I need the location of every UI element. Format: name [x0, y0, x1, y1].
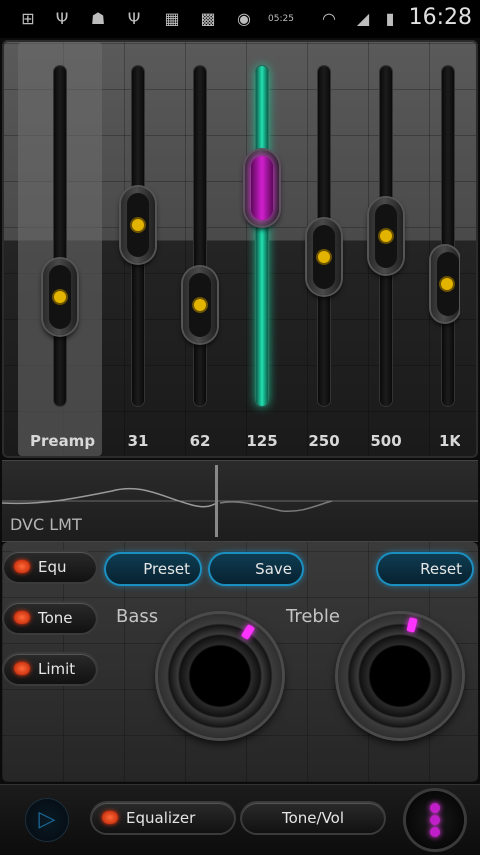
knob-dot-icon [132, 219, 144, 232]
preset-label: Preset [143, 560, 190, 578]
tone-label: Tone [38, 609, 73, 627]
eq-track-1k[interactable] [442, 66, 454, 406]
treble-knob[interactable] [338, 614, 462, 738]
preset-button[interactable]: Preset [106, 554, 200, 584]
eq-slider-knob-preamp[interactable] [43, 258, 77, 335]
treble-level-marker [406, 617, 418, 634]
tonevol-tab-button[interactable]: Tone/Vol [242, 803, 384, 833]
reset-button[interactable]: Reset [378, 554, 472, 584]
eq-band-label: 125 [246, 432, 278, 450]
led-indicator-icon [14, 662, 30, 675]
bass-level-marker [240, 624, 255, 641]
equ-label: Equ [38, 558, 67, 576]
limit-label: Limit [38, 660, 76, 678]
eq-track-125[interactable] [256, 66, 268, 406]
bottom-bar: ▷ Equalizer Tone/Vol [0, 784, 480, 855]
reset-label: Reset [420, 560, 462, 578]
equ-toggle-button[interactable]: Equ [4, 552, 96, 582]
limit-toggle-button[interactable]: Limit [4, 654, 96, 684]
eq-band-label: 31 [127, 432, 149, 450]
tone-toggle-button[interactable]: Tone [4, 603, 96, 633]
knob-dot-icon [318, 251, 330, 264]
eq-slider-knob-125[interactable] [245, 150, 279, 227]
tonevol-tab-label: Tone/Vol [281, 809, 345, 827]
led-indicator-icon [14, 611, 30, 624]
menu-dots-icon[interactable] [406, 791, 464, 849]
eq-slider-knob-62[interactable] [183, 266, 217, 343]
eq-band-label: Preamp [30, 432, 96, 450]
eq-slider-knob-31[interactable] [121, 187, 155, 264]
eq-band-label: 250 [308, 432, 340, 450]
knob-dot-icon [54, 290, 66, 303]
led-indicator-icon [102, 811, 118, 824]
equalizer-tab-button[interactable]: Equalizer [92, 803, 234, 833]
eq-band-label: 500 [370, 432, 402, 450]
bass-knob[interactable] [158, 614, 282, 738]
knob-dot-icon [380, 230, 392, 242]
knob-dot-icon [194, 298, 206, 311]
eq-slider-knob-250[interactable] [307, 219, 341, 296]
equalizer-tab-label: Equalizer [126, 809, 196, 827]
eq-band-label: 1K [438, 432, 460, 450]
knob-dot-icon [441, 277, 453, 290]
eq-slider-knob-500[interactable] [369, 198, 403, 274]
treble-label: Treble [286, 606, 340, 627]
eq-band-label: 62 [189, 432, 211, 450]
save-label: Save [255, 560, 292, 578]
eq-track-62[interactable] [194, 66, 206, 406]
bass-label: Bass [116, 606, 159, 627]
equalizer-bands: Preamp 31 62 125 250 500 1K [0, 0, 460, 460]
eq-track-preamp[interactable] [54, 66, 66, 406]
save-button[interactable]: Save [210, 554, 302, 584]
eq-level-fill [256, 66, 268, 406]
dvc-label: DVC LMT [10, 515, 82, 534]
play-icon[interactable]: ▷ [26, 799, 68, 841]
eq-slider-knob-1k[interactable] [431, 245, 459, 322]
led-indicator-icon [14, 560, 30, 573]
dvc-limiter-panel: DVC LMT [1, 460, 478, 542]
